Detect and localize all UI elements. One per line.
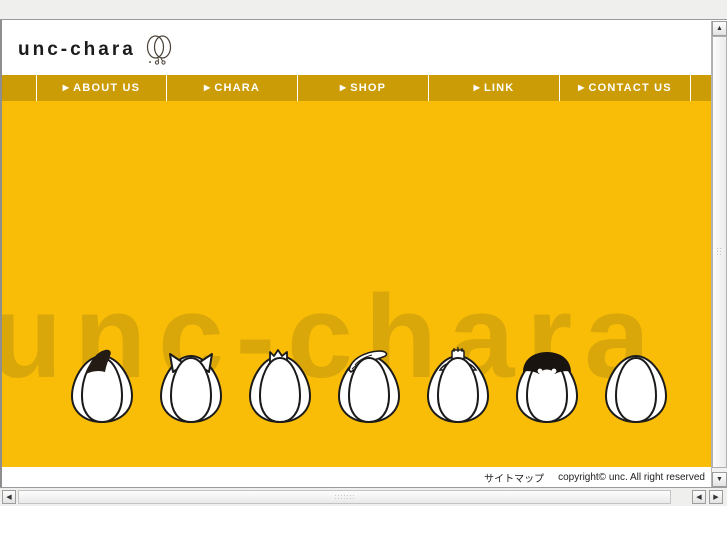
desktop-background bbox=[0, 506, 727, 545]
main-navigation: ▶ ABOUT US ▶ CHARA ▶ SHOP ▶ LINK ▶ CONTA… bbox=[2, 75, 711, 101]
nav-left-spacer bbox=[2, 75, 36, 101]
chara-feather[interactable] bbox=[331, 346, 407, 426]
scroll-up-arrow-icon[interactable]: ▲ bbox=[712, 21, 727, 36]
chara-bunny[interactable] bbox=[420, 346, 496, 426]
horizontal-scrollbar[interactable]: ◀ ◀ ▶ bbox=[0, 487, 727, 506]
footer-sitemap-link[interactable]: サイトマップ bbox=[484, 470, 544, 485]
logo-wordmark: unc-chara bbox=[18, 39, 136, 60]
nav-arrow-icon: ▶ bbox=[578, 83, 586, 92]
browser-window: unc-chara ▶ ABOUT US ▶ CHARA ▶ SHOP ▶ LI… bbox=[0, 0, 727, 545]
nav-item-contact-us[interactable]: ▶ CONTACT US bbox=[559, 75, 690, 101]
hero-banner: unc-chara bbox=[2, 101, 711, 467]
site-footer: サイトマップ copyright© unc. All right reserve… bbox=[2, 467, 711, 487]
nav-item-label: ABOUT US bbox=[73, 82, 141, 94]
nav-item-shop[interactable]: ▶ SHOP bbox=[297, 75, 428, 101]
scroll-grip-icon bbox=[333, 493, 356, 501]
scroll-left-arrow-icon-2[interactable]: ◀ bbox=[692, 490, 706, 504]
site-logo[interactable]: unc-chara bbox=[18, 35, 172, 65]
nav-arrow-icon: ▶ bbox=[203, 83, 212, 92]
footer-copyright: copyright© unc. All right reserved bbox=[558, 471, 705, 483]
balloon-egg-logo-icon bbox=[146, 35, 172, 65]
nav-item-label: CHARA bbox=[214, 82, 261, 94]
vertical-scrollbar[interactable]: ▲ ▼ bbox=[711, 21, 727, 487]
nav-item-label: LINK bbox=[483, 82, 515, 94]
scroll-left-arrow-icon[interactable]: ◀ bbox=[2, 490, 16, 504]
nav-item-about-us[interactable]: ▶ ABOUT US bbox=[36, 75, 166, 101]
chara-black-cap[interactable] bbox=[509, 346, 585, 426]
horizontal-scroll-track[interactable] bbox=[18, 490, 671, 504]
horizontal-scroll-arrow-pair: ◀ ▶ bbox=[692, 490, 723, 504]
horizontal-scroll-thumb[interactable] bbox=[19, 491, 670, 503]
nav-arrow-icon: ▶ bbox=[473, 83, 481, 92]
site-header: unc-chara bbox=[2, 21, 711, 75]
scroll-grip-icon bbox=[716, 247, 723, 257]
scroll-right-arrow-icon[interactable]: ▶ bbox=[709, 490, 723, 504]
nav-item-label: SHOP bbox=[350, 82, 387, 94]
nav-item-label: CONTACT US bbox=[588, 82, 672, 94]
vertical-scroll-thumb[interactable] bbox=[712, 36, 727, 468]
nav-item-chara[interactable]: ▶ CHARA bbox=[166, 75, 297, 101]
nav-item-link[interactable]: ▶ LINK bbox=[428, 75, 559, 101]
chara-cat-ears[interactable] bbox=[153, 346, 229, 426]
scroll-down-arrow-icon[interactable]: ▼ bbox=[712, 472, 727, 487]
chara-plain[interactable] bbox=[598, 346, 674, 426]
vertical-scroll-track[interactable] bbox=[712, 36, 727, 472]
character-lineup bbox=[2, 101, 711, 467]
nav-arrow-icon: ▶ bbox=[62, 83, 71, 92]
nav-right-spacer bbox=[690, 75, 711, 101]
nav-arrow-icon: ▶ bbox=[339, 83, 348, 92]
page-viewport: unc-chara ▶ ABOUT US ▶ CHARA ▶ SHOP ▶ LI… bbox=[2, 21, 711, 487]
chara-black-quiff[interactable] bbox=[64, 346, 140, 426]
chara-crown[interactable] bbox=[242, 346, 318, 426]
browser-toolbar-strip bbox=[0, 0, 727, 20]
